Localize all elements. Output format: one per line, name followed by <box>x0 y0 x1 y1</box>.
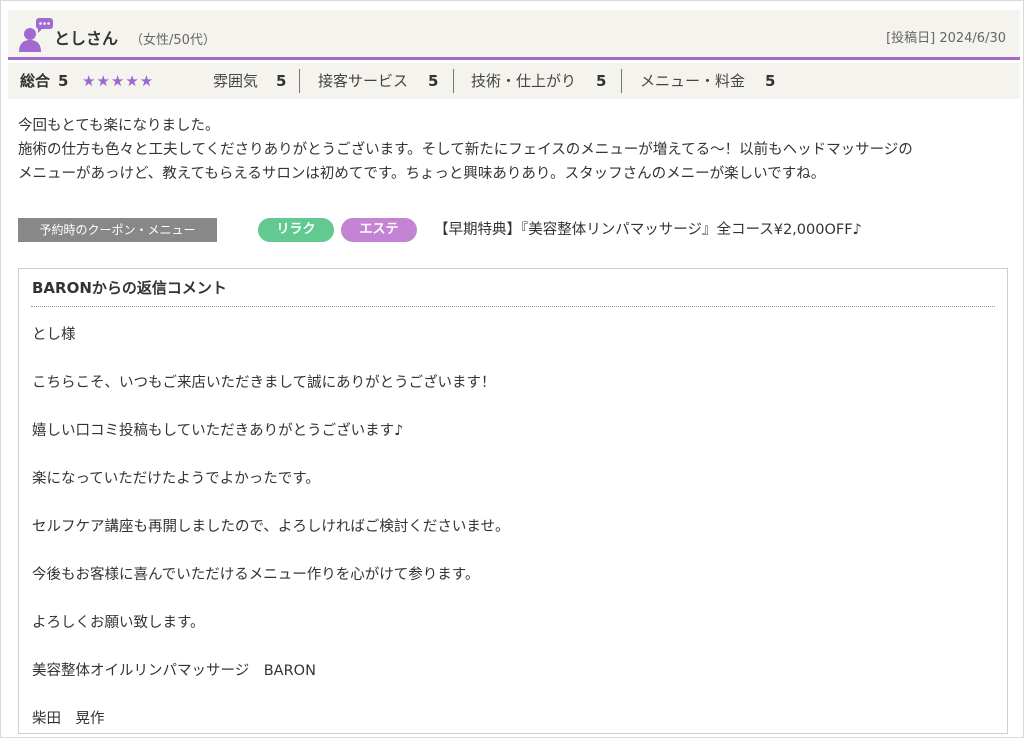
rating-atmosphere-label: 雰囲気 <box>213 72 259 90</box>
reviewer-name: としさん <box>54 29 119 48</box>
reply-line: とし様 <box>32 327 76 343</box>
rating-menu-price-label: メニュー・料金 <box>640 72 746 90</box>
rating-service-label: 接客サービス <box>318 72 409 90</box>
coupon-section-label: 予約時のクーポン・メニュー <box>18 218 217 242</box>
reply-divider <box>31 306 995 307</box>
reply-title: BARONからの返信コメント <box>32 279 227 297</box>
reply-line: よろしくお願い致します。 <box>32 615 205 631</box>
star-rating-icon: ★★★★★ <box>82 72 155 90</box>
rating-atmosphere-value: 5 <box>276 72 287 90</box>
review-line: 施術の仕方も色々と工夫してくださりありがとうございます。そして新たにフェイスのメ… <box>18 142 913 158</box>
reply-line: こちらこそ、いつもご来店いただきまして誠にありがとうございます！ <box>32 375 496 391</box>
review-text: 今回もとても楽になりました。 施術の仕方も色々と工夫してくださりありがとうござい… <box>18 114 1018 186</box>
overall-label: 総合 <box>20 72 51 90</box>
rating-divider <box>621 69 622 93</box>
rating-technique-label: 技術・仕上がり <box>471 72 577 90</box>
reply-line: 楽になっていただけたようでよかったです。 <box>32 471 320 487</box>
reviewer-demographics: （女性/50代） <box>130 33 216 48</box>
reply-line: 嬉しい口コミ投稿もしていただきありがとうございます♪ <box>32 423 404 439</box>
reply-signature: 柴田 晃作 <box>32 711 105 727</box>
overall-score: 5 <box>58 72 69 90</box>
reply-line: 今後もお客様に喜んでいただけるメニュー作りを心がけて参ります。 <box>32 567 480 583</box>
coupon-link[interactable]: 【早期特典】『美容整体リンパマッサージ』全コース¥2,000OFF♪ <box>434 218 862 242</box>
category-tag-esthe: エステ <box>341 218 417 242</box>
user-avatar-icon <box>19 18 53 52</box>
rating-divider <box>299 69 300 93</box>
rating-divider <box>453 69 454 93</box>
post-date: [投稿日] 2024/6/30 <box>886 31 1006 46</box>
owner-reply-box: BARONからの返信コメント とし様 こちらこそ、いつもご来店いただきまして誠に… <box>18 268 1008 734</box>
category-tag-relax: リラク <box>258 218 334 242</box>
review-line: 今回もとても楽になりました。 <box>18 118 220 134</box>
rating-technique-value: 5 <box>596 72 607 90</box>
rating-menu-price-value: 5 <box>765 72 776 90</box>
review-line: メニューがあっけど、教えてもらえるサロンは初めてです。ちょっと興味ありあり。スタ… <box>18 166 826 182</box>
reply-line: セルフケア講座も再開しましたので、よろしければご検討くださいませ。 <box>32 519 510 535</box>
ratings-bar: 総合 5 ★★★★★ 雰囲気 5 接客サービス 5 技術・仕上がり 5 メニュー… <box>8 63 1020 99</box>
rating-service-value: 5 <box>428 72 439 90</box>
reply-line: 美容整体オイルリンパマッサージ BARON <box>32 663 316 679</box>
review-header: としさん （女性/50代） [投稿日] 2024/6/30 <box>8 10 1020 60</box>
